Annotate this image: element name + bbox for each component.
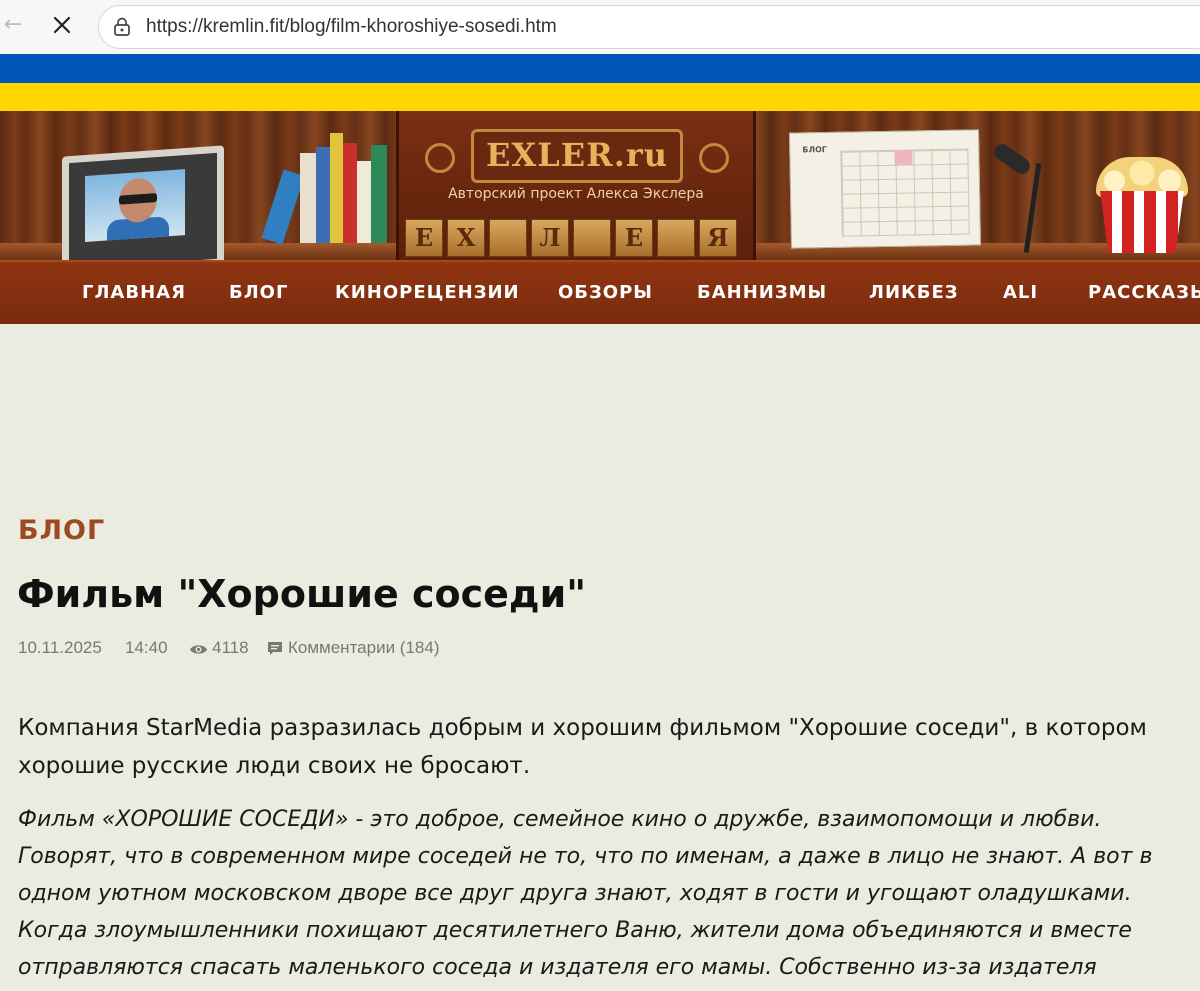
main-navigation: ГЛАВНАЯ БЛОГ КИНОРЕЦЕНЗИИ ОБЗОРЫ БАННИЗМ…	[0, 260, 1200, 324]
ring-icon	[425, 143, 455, 173]
letter-block: Л	[531, 219, 569, 257]
book	[357, 161, 371, 243]
book	[371, 145, 387, 243]
book	[316, 147, 330, 243]
article-lead: Компания StarMedia разразилась добрым и …	[18, 715, 1147, 779]
eye-icon	[189, 641, 208, 654]
logo-sign[interactable]: EXLER.ru Авторский проект Алекса Экслера…	[396, 111, 756, 260]
nav-item-home[interactable]: ГЛАВНАЯ	[82, 282, 186, 303]
microphone-icon	[991, 140, 1033, 178]
letter-block	[573, 219, 611, 257]
lock-icon[interactable]	[112, 17, 132, 37]
flag-stripe-yellow	[0, 83, 1200, 111]
nav-item-stories[interactable]: РАССКАЗЫ	[1088, 282, 1200, 303]
page-title: Фильм "Хорошие соседи"	[17, 572, 586, 616]
nav-item-reviews[interactable]: ОБЗОРЫ	[558, 282, 653, 303]
view-count: 4118	[212, 638, 249, 657]
letter-block	[657, 219, 695, 257]
arrow-left-icon[interactable]: ←	[0, 12, 26, 38]
author-photo	[85, 169, 185, 243]
book	[330, 133, 343, 243]
letter-block: Е	[615, 219, 653, 257]
microphone-stand	[1023, 163, 1042, 253]
photo-frame	[62, 145, 224, 260]
letter-block	[489, 219, 527, 257]
close-icon[interactable]	[49, 12, 75, 38]
comment-icon[interactable]	[267, 641, 283, 656]
book	[300, 153, 316, 243]
nav-item-bannisms[interactable]: БАННИЗМЫ	[697, 282, 827, 303]
site-logo[interactable]: EXLER.ru	[474, 136, 680, 174]
comments-link[interactable]: Комментарии (184)	[288, 638, 439, 658]
calendar-decoration: БЛОГ	[789, 129, 981, 249]
letter-block: Е	[405, 219, 443, 257]
book	[343, 143, 357, 243]
letter-block: Я	[699, 219, 737, 257]
section-label[interactable]: БЛОГ	[18, 515, 105, 546]
nav-item-blog[interactable]: БЛОГ	[229, 282, 288, 303]
flag-stripe-blue	[0, 54, 1200, 83]
site-tagline: Авторский проект Алекса Экслера	[448, 186, 704, 202]
nav-item-ali[interactable]: ALI	[1003, 282, 1038, 303]
post-date: 10.11.2025	[18, 638, 102, 657]
ring-icon	[699, 143, 729, 173]
address-bar[interactable]: https://kremlin.fit/blog/film-khoroshiye…	[98, 5, 1200, 49]
book	[261, 169, 305, 245]
browser-toolbar: ← https://kremlin.fit/blog/film-khoroshi…	[0, 0, 1200, 55]
letter-blocks: Е Х Л Е Я	[405, 219, 747, 260]
popcorn-bucket	[1100, 191, 1184, 253]
nav-item-movie-reviews[interactable]: КИНОРЕЦЕНЗИИ	[335, 282, 520, 303]
letter-block: Х	[447, 219, 485, 257]
article-quote: Фильм «ХОРОШИЕ СОСЕДИ» - это доброе, сем…	[18, 807, 1153, 980]
logo-plate[interactable]: EXLER.ru	[471, 129, 683, 183]
url-text[interactable]: https://kremlin.fit/blog/film-khoroshiye…	[146, 16, 557, 38]
post-time: 14:40	[125, 638, 168, 657]
calendar-highlight	[894, 150, 913, 165]
site-header-banner[interactable]: EXLER.ru Авторский проект Алекса Экслера…	[0, 111, 1200, 260]
nav-item-likbez[interactable]: ЛИКБЕЗ	[869, 282, 959, 303]
calendar-label: БЛОГ	[802, 145, 828, 155]
